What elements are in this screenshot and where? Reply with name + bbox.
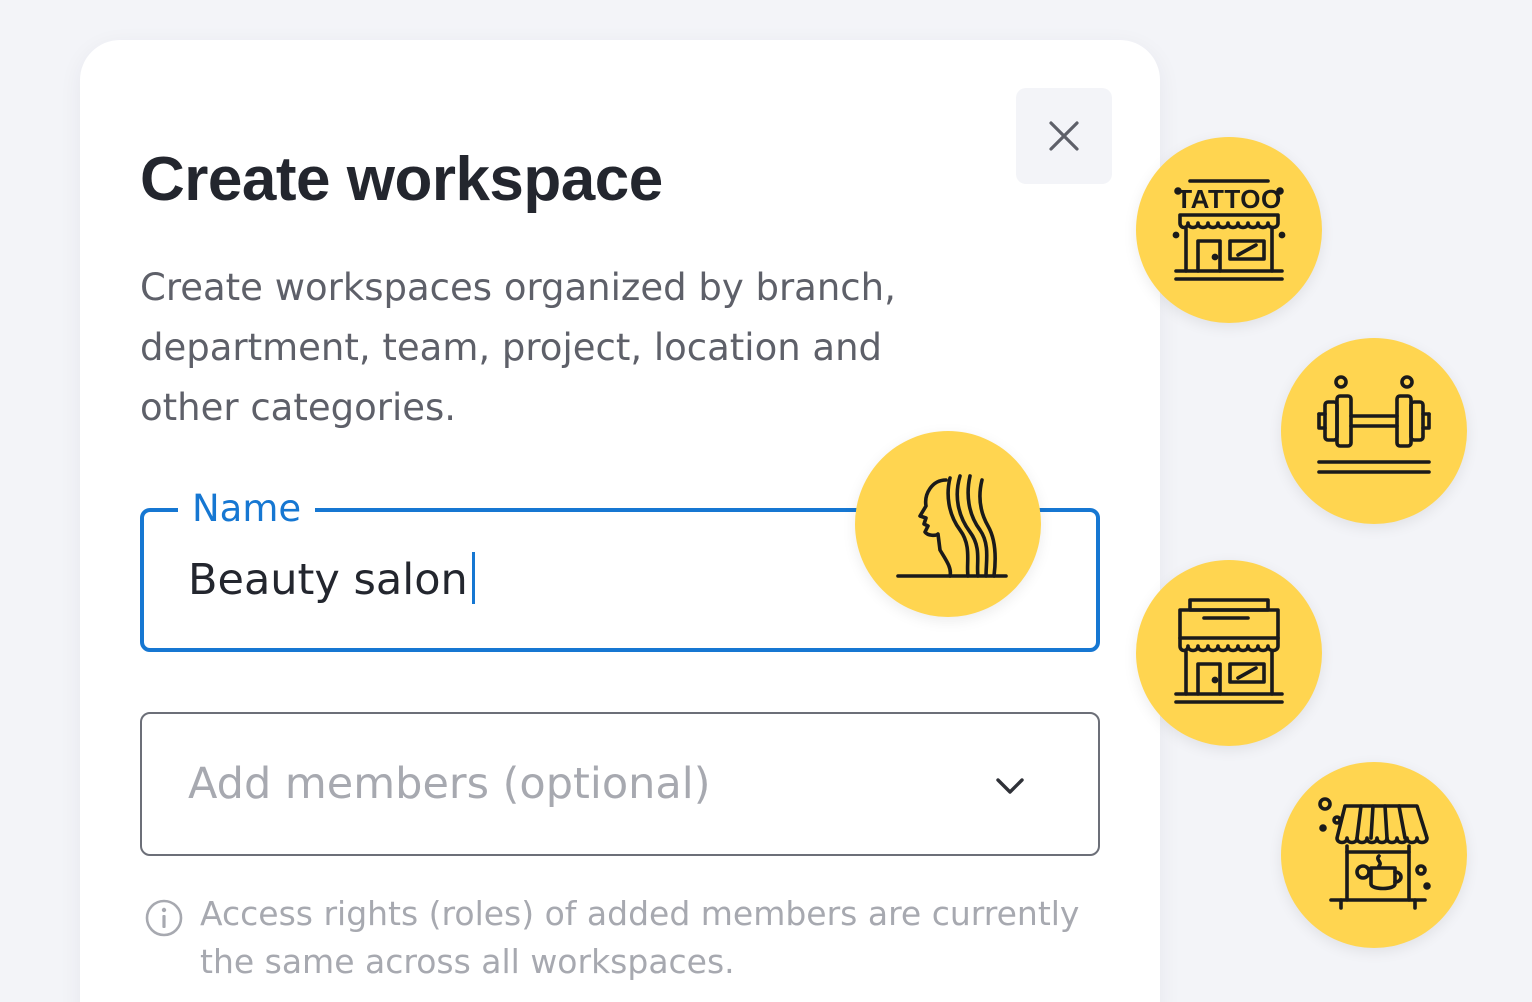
- cafe-bubble[interactable]: [1281, 762, 1467, 948]
- hint-text: Access rights (roles) of added members a…: [200, 894, 1080, 981]
- modal-description: Create workspaces organized by branch, d…: [140, 266, 896, 429]
- tattoo-shop-icon: TATTOO: [1172, 179, 1286, 281]
- workspace-stage: Create workspace Create workspaces organ…: [0, 0, 1532, 1002]
- modal-title: Create workspace: [140, 145, 663, 214]
- add-members-placeholder: Add members (optional): [188, 759, 711, 809]
- gym-dumbbell-icon: [1317, 375, 1431, 474]
- close-icon: [1049, 121, 1079, 151]
- store-icon: [1174, 598, 1284, 704]
- tattoo-shop-bubble[interactable]: TATTOO: [1136, 137, 1322, 323]
- name-input[interactable]: [188, 548, 808, 612]
- chevron-down-icon: [996, 778, 1024, 794]
- gym-bubble[interactable]: [1281, 338, 1467, 524]
- beauty-salon-icon: [896, 474, 1008, 578]
- beauty-salon-bubble[interactable]: [855, 431, 1041, 617]
- tattoo-sign-label: TATTOO: [1176, 184, 1282, 214]
- text-caret: [472, 552, 475, 604]
- cafe-icon: [1318, 797, 1431, 910]
- add-members-select[interactable]: Add members (optional): [140, 712, 1100, 856]
- info-icon: [145, 899, 183, 937]
- name-field-label: Name: [178, 486, 316, 532]
- close-button[interactable]: [1016, 88, 1112, 184]
- store-bubble[interactable]: [1136, 560, 1322, 746]
